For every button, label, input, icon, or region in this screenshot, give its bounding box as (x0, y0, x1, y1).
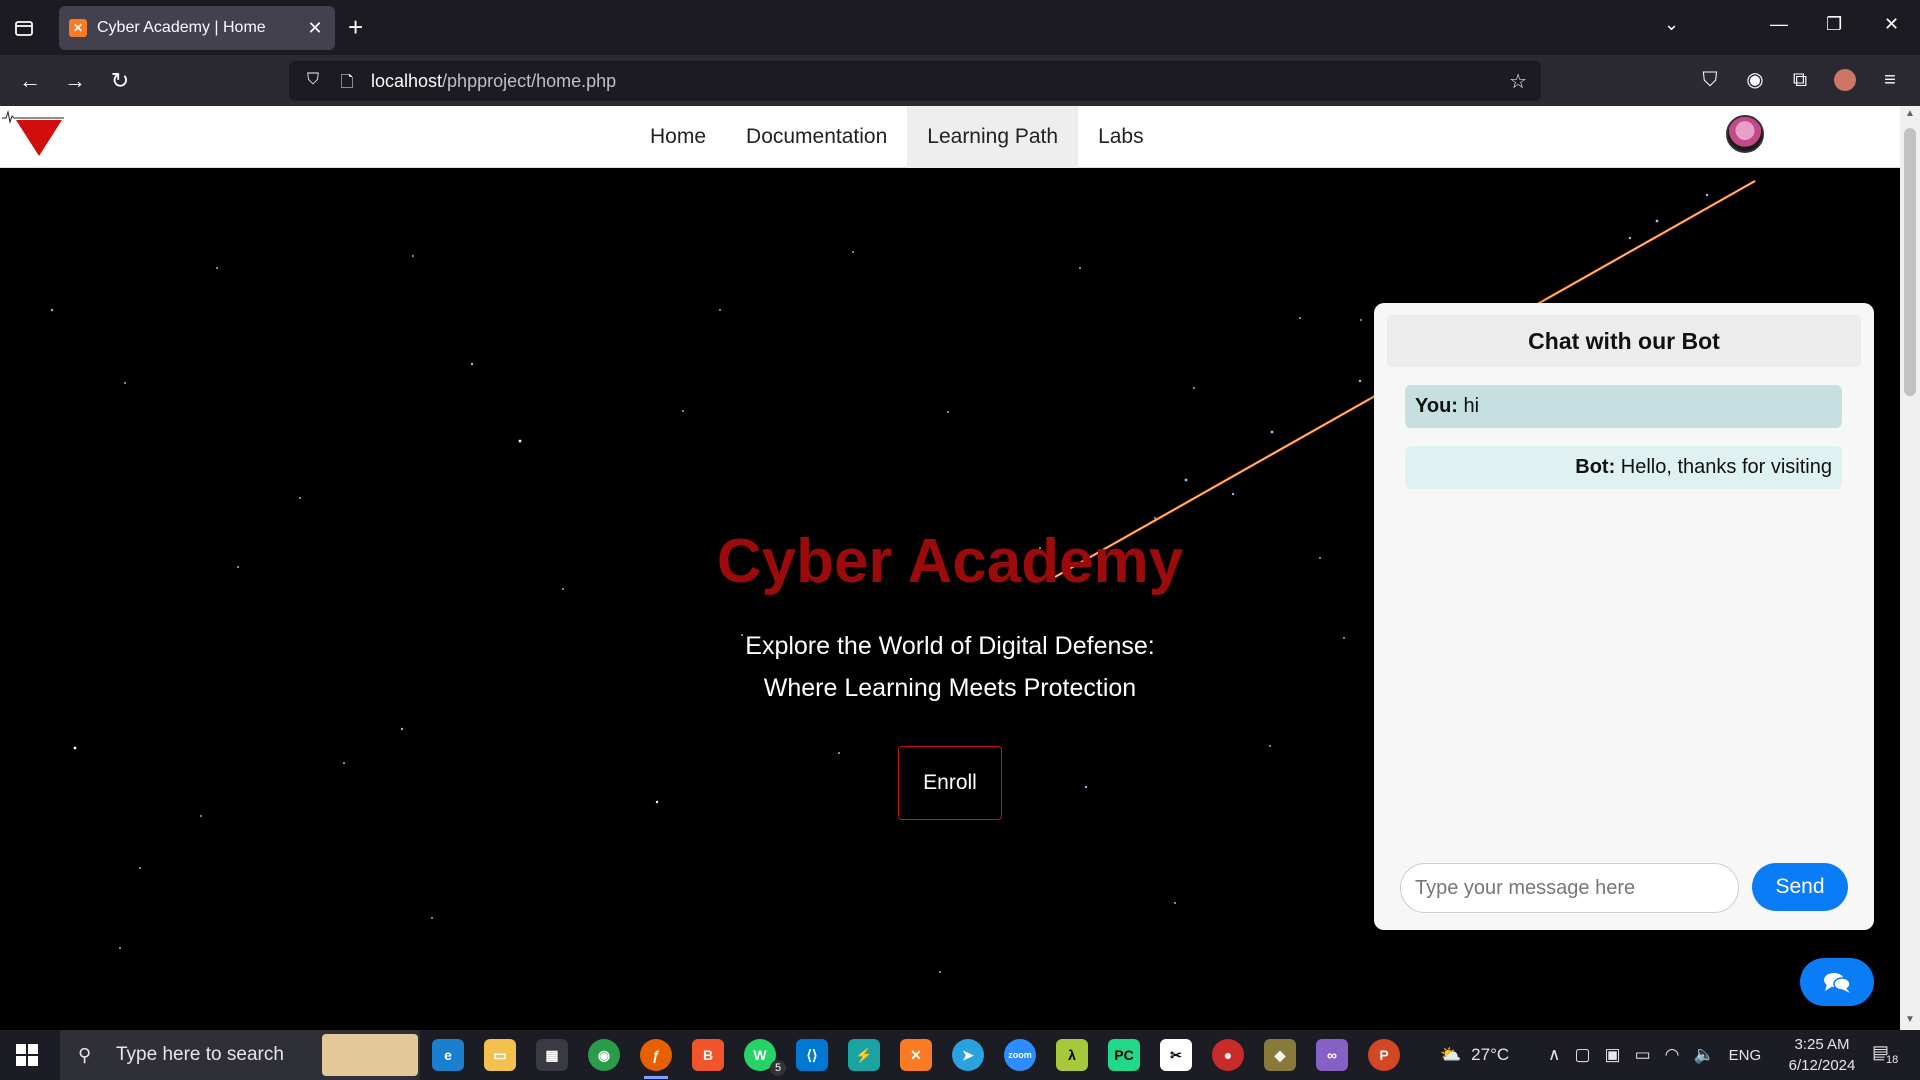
tab-list-icon[interactable] (12, 16, 36, 40)
scroll-up-icon[interactable]: ▲ (1904, 108, 1916, 119)
extension-avatar-icon[interactable] (1832, 67, 1858, 93)
tray-display-icon[interactable]: ▣ (1605, 1045, 1621, 1065)
site-navbar: Home Documentation Learning Path Labs (0, 106, 1900, 168)
scroll-thumb[interactable] (1904, 128, 1916, 396)
chat-bubbles-icon (1824, 973, 1851, 993)
chat-message-input[interactable] (1400, 863, 1739, 913)
firefox-icon[interactable]: ƒ (640, 1039, 672, 1079)
chat-widget: Chat with our Bot You: hi Bot: Hello, th… (1374, 303, 1874, 930)
system-tray: ∧ ▢ ▣ ▭ ◠ 🔈 ENG (1548, 1030, 1761, 1080)
chat-title: Chat with our Bot (1387, 315, 1861, 367)
tray-chevron-icon[interactable]: ∧ (1548, 1045, 1560, 1065)
send-button[interactable]: Send (1752, 863, 1848, 911)
bookmark-star-icon[interactable]: ☆ (1509, 69, 1527, 94)
clock-date: 6/12/2024 (1788, 1057, 1856, 1074)
url-host: localhost (371, 70, 443, 91)
nav-documentation[interactable]: Documentation (726, 106, 907, 168)
message-text: hi (1463, 395, 1480, 417)
xampp-icon[interactable]: ✕ (900, 1039, 932, 1071)
account-icon[interactable]: ◉ (1742, 67, 1768, 93)
web-page: Home Documentation Learning Path Labs Cy… (0, 106, 1900, 1030)
weather-cloud-icon: ⛅ (1440, 1045, 1462, 1064)
whatsapp-badge: 5 (770, 1060, 786, 1076)
browser-toolbar: ← → ↻ ⛉ 🗋 localhost/phpproject/home.php … (0, 55, 1920, 106)
forward-icon[interactable]: → (61, 67, 89, 95)
shield-icon[interactable]: ⛉ (303, 71, 323, 91)
visual-studio-icon[interactable]: ∞ (1316, 1039, 1348, 1071)
xampp-favicon-icon: ✕ (69, 19, 87, 37)
site-logo-icon[interactable] (2, 108, 64, 164)
language-indicator[interactable]: ENG (1729, 1047, 1762, 1064)
pycharm-icon[interactable]: PC (1108, 1039, 1140, 1071)
page-scrollbar[interactable]: ▲ ▼ (1900, 106, 1920, 1030)
clock-time: 3:25 AM (1794, 1036, 1850, 1053)
pocket-icon[interactable]: ⛉ (1697, 67, 1723, 93)
file-explorer-icon[interactable]: ▭ (484, 1039, 516, 1071)
user-avatar[interactable] (1726, 115, 1764, 153)
weather-temperature: 27°C (1471, 1045, 1510, 1064)
chat-message-user: You: hi (1405, 385, 1842, 428)
weather-widget[interactable]: ⛅ 27°C (1440, 1030, 1509, 1080)
vscode-icon[interactable]: ⟨⟩ (796, 1039, 828, 1071)
search-highlight-illustration (322, 1034, 418, 1076)
windows-taskbar: ⚲ Type here to search e ▭ ▦ ◉ ƒ B W 5 ⟨⟩… (0, 1030, 1920, 1080)
tab-close-icon[interactable]: ✕ (305, 18, 325, 38)
taskbar-search[interactable]: ⚲ Type here to search (60, 1030, 420, 1080)
url-bar[interactable]: ⛉ 🗋 localhost/phpproject/home.php ☆ (289, 61, 1541, 101)
chat-message-bot: Bot: Hello, thanks for visiting (1405, 446, 1842, 489)
edge-icon[interactable]: e (432, 1039, 464, 1071)
store-icon[interactable]: ▦ (536, 1039, 568, 1071)
tab-title: Cyber Academy | Home (97, 19, 266, 36)
zoom-icon[interactable]: zoom (1004, 1039, 1036, 1071)
back-icon[interactable]: ← (16, 67, 44, 95)
notification-count: 18 (1884, 1054, 1901, 1066)
lambda-app-icon[interactable]: λ (1056, 1039, 1088, 1071)
lightning-app-icon[interactable]: ⚡ (848, 1039, 880, 1071)
battery-icon[interactable]: ▭ (1635, 1045, 1651, 1065)
chrome-icon[interactable]: ◉ (588, 1039, 620, 1071)
taskbar-clock[interactable]: 3:25 AM 6/12/2024 (1762, 1034, 1882, 1076)
search-icon: ⚲ (78, 1045, 92, 1065)
wifi-icon[interactable]: ◠ (1665, 1045, 1680, 1065)
tray-meet-icon[interactable]: ▢ (1574, 1045, 1590, 1065)
reload-icon[interactable]: ↻ (106, 67, 134, 95)
restore-icon[interactable]: ❐ (1826, 14, 1842, 35)
close-window-icon[interactable]: ✕ (1884, 14, 1899, 35)
capcut-icon[interactable]: ✂ (1160, 1039, 1192, 1071)
message-sender: Bot: (1575, 456, 1616, 478)
gamebar-icon[interactable]: ◆ (1264, 1039, 1296, 1071)
message-sender: You: (1415, 395, 1458, 417)
page-icon[interactable]: 🗋 (337, 71, 357, 91)
new-tab-icon[interactable]: + (348, 14, 363, 40)
notification-icon[interactable]: ▤ 18 (1872, 1042, 1901, 1068)
windows-start-icon[interactable] (16, 1044, 38, 1066)
url-path: /phpproject/home.php (442, 70, 617, 91)
message-text: Hello, thanks for visiting (1620, 456, 1832, 478)
enroll-button[interactable]: Enroll (898, 746, 1002, 820)
brave-icon[interactable]: B (692, 1039, 724, 1071)
tab-overflow-chevron-icon[interactable]: ⌄ (1664, 14, 1679, 35)
extensions-icon[interactable]: ⧉ (1787, 67, 1813, 93)
site-nav-links: Home Documentation Learning Path Labs (630, 106, 1164, 168)
browser-tab-bar: ✕ Cyber Academy | Home ✕ + ⌄ — ❐ ✕ (0, 0, 1920, 55)
scroll-down-icon[interactable]: ▼ (1904, 1014, 1916, 1025)
nav-learning-path[interactable]: Learning Path (907, 106, 1079, 168)
telegram-icon[interactable]: ➤ (952, 1039, 984, 1071)
taskbar-search-placeholder: Type here to search (116, 1044, 284, 1065)
chat-toggle-button[interactable] (1800, 958, 1874, 1006)
nav-labs[interactable]: Labs (1078, 106, 1164, 168)
volume-icon[interactable]: 🔈 (1693, 1045, 1714, 1065)
powerpoint-icon[interactable]: P (1368, 1039, 1400, 1071)
recorder-icon[interactable]: ● (1212, 1039, 1244, 1071)
minimize-icon[interactable]: — (1770, 14, 1788, 35)
nav-home[interactable]: Home (630, 106, 726, 168)
menu-icon[interactable]: ≡ (1877, 67, 1903, 93)
browser-tab[interactable]: ✕ Cyber Academy | Home ✕ (59, 6, 335, 50)
